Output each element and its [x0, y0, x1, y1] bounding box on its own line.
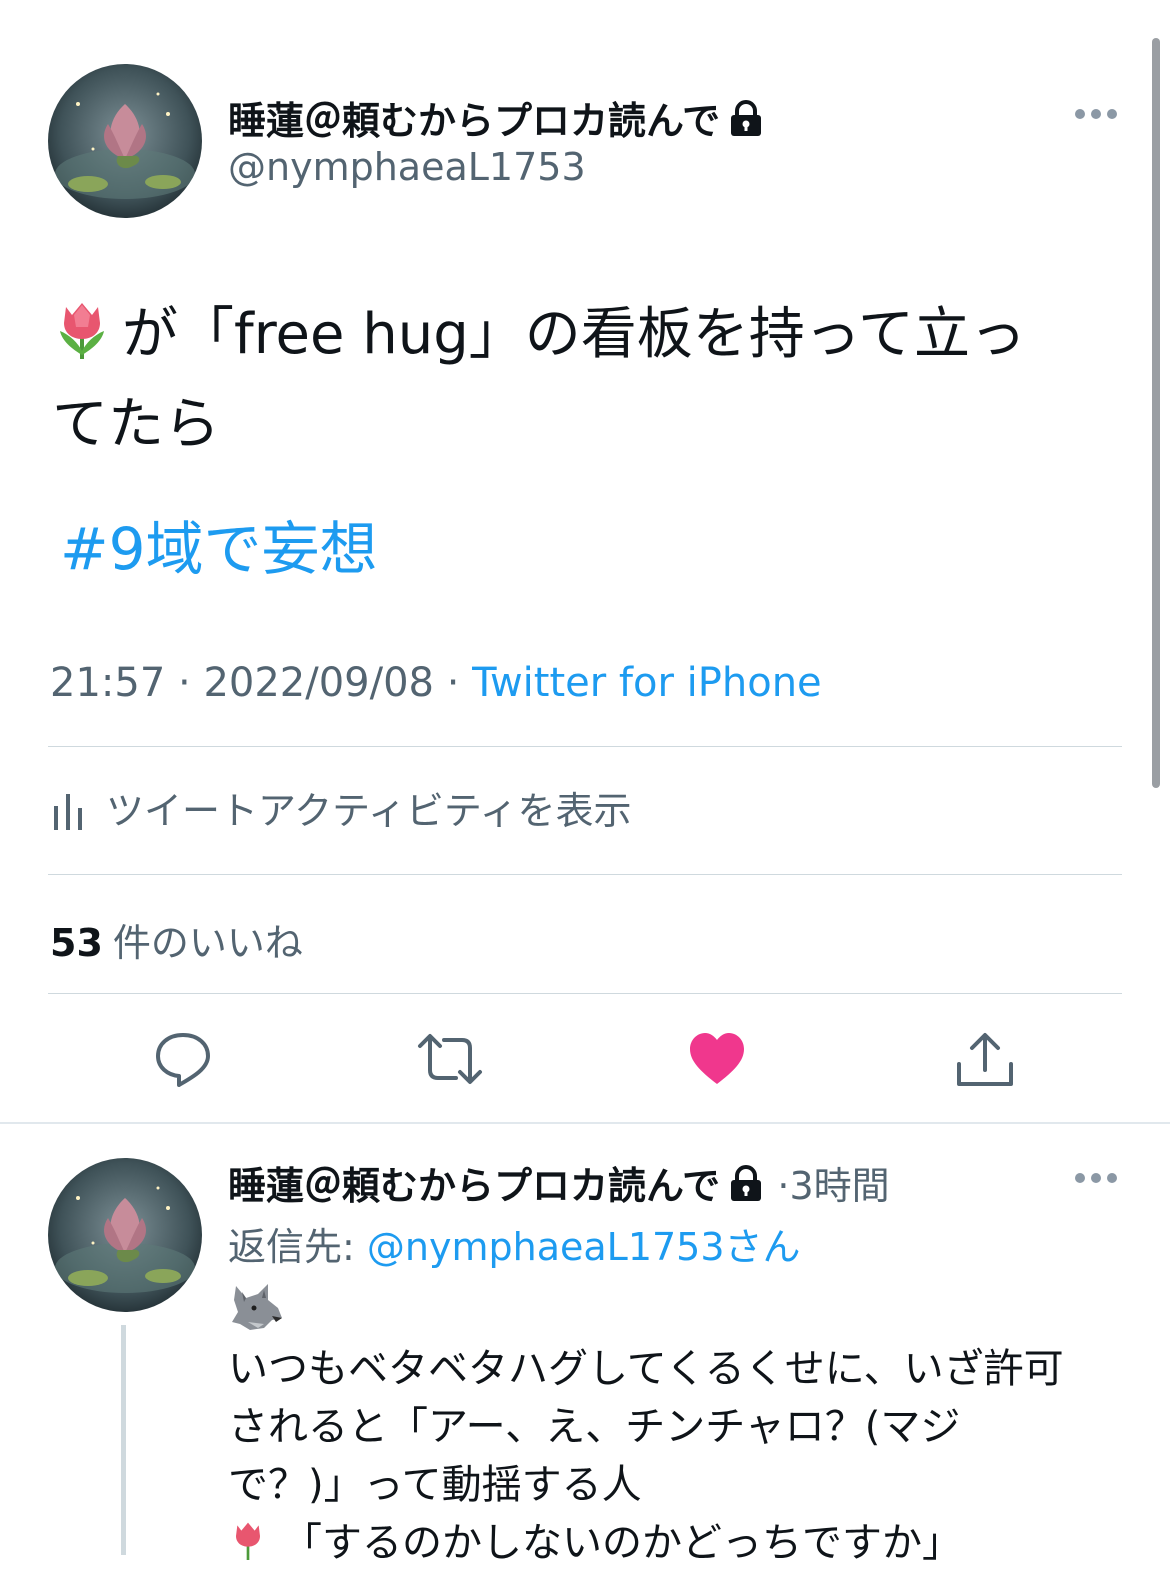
reply-text: いつもベタベタハグしてくるくせに、いざ許可 されると「アー、え、チンチャロ？(マ…: [228, 1282, 1128, 1578]
reply-button[interactable]: [154, 1030, 212, 1092]
source-link[interactable]: Twitter for iPhone: [472, 660, 822, 706]
reply-text-line: 「するのかしないのかどっちですか」: [228, 1514, 1128, 1578]
tulip-icon: [52, 297, 112, 361]
tweet-text-line: てたら: [52, 392, 220, 457]
divider: [48, 746, 1122, 747]
heart-icon: [690, 1033, 744, 1084]
share-icon: [957, 1033, 1013, 1086]
likes-summary[interactable]: 53 件のいいね: [50, 912, 303, 967]
more-options-icon[interactable]: [1074, 1168, 1118, 1192]
lock-icon: [728, 100, 764, 147]
divider: [48, 993, 1122, 994]
display-name-text: 睡蓮＠頼むからプロカ読んで: [228, 99, 721, 143]
tweet-time: 21:57: [50, 660, 166, 706]
analytics-icon: [52, 788, 84, 839]
reply-text-line: で？)」って動揺する人: [228, 1462, 642, 1508]
tweet-activity-link[interactable]: ツイートアクティビティを表示: [52, 780, 632, 839]
reply-text-fragment: 「するのかしないのかどっちですか」: [282, 1520, 962, 1566]
display-name[interactable]: 睡蓮＠頼むからプロカ読んで: [228, 90, 764, 147]
more-options-icon[interactable]: [1074, 104, 1118, 128]
retweet-button[interactable]: [416, 1030, 484, 1092]
like-button[interactable]: [688, 1030, 746, 1092]
reply-display-name[interactable]: 睡蓮＠頼むからプロカ読んで ·3時間: [228, 1155, 890, 1212]
reply-to: 返信先: @nymphaeaL1753さん: [228, 1216, 801, 1271]
mention-suffix: さん: [724, 1225, 801, 1269]
reply-text-line: いつもベタベタハグしてくるくせに、いざ許可: [228, 1346, 1064, 1392]
reply-text-line: されると「アー、え、チンチャロ？(マジ: [228, 1404, 961, 1450]
time-separator: ·: [777, 1164, 790, 1208]
section-separator: [0, 1122, 1170, 1124]
mention-link[interactable]: @nymphaeaL1753: [367, 1225, 725, 1269]
likes-label: 件のいいね: [112, 921, 303, 965]
tweet-text: が「free hug」の看板を持って立っ てたら: [52, 290, 1132, 470]
reply-time[interactable]: 3時間: [789, 1164, 889, 1208]
divider: [48, 874, 1122, 875]
tweet-meta: 21:57 · 2022/09/08 · Twitter for iPhone: [50, 660, 822, 706]
share-button[interactable]: [955, 1030, 1015, 1094]
meta-separator: ·: [178, 660, 191, 706]
speech-bubble-icon: [156, 1033, 210, 1087]
tweet-text-line: が「free hug」の看板を持って立っ: [122, 302, 1026, 367]
scrollbar[interactable]: [1152, 38, 1160, 788]
retweet-icon: [418, 1034, 482, 1084]
reply-avatar[interactable]: [48, 1158, 202, 1312]
likes-count: 53: [50, 921, 103, 965]
reply-display-name-text: 睡蓮＠頼むからプロカ読んで: [228, 1164, 721, 1208]
reply-prefix: 返信先:: [228, 1225, 355, 1269]
avatar[interactable]: [48, 64, 202, 218]
thread-line: [121, 1325, 126, 1555]
meta-separator: ·: [446, 660, 460, 706]
lock-icon: [728, 1165, 764, 1212]
tweet-date: 2022/09/08: [203, 660, 434, 706]
hashtag-link[interactable]: #9域で妄想: [60, 502, 378, 586]
activity-label: ツイートアクティビティを表示: [106, 789, 632, 833]
wolf-icon: [228, 1282, 1128, 1340]
handle[interactable]: @nymphaeaL1753: [228, 145, 586, 189]
tulip-icon: [228, 1518, 268, 1578]
